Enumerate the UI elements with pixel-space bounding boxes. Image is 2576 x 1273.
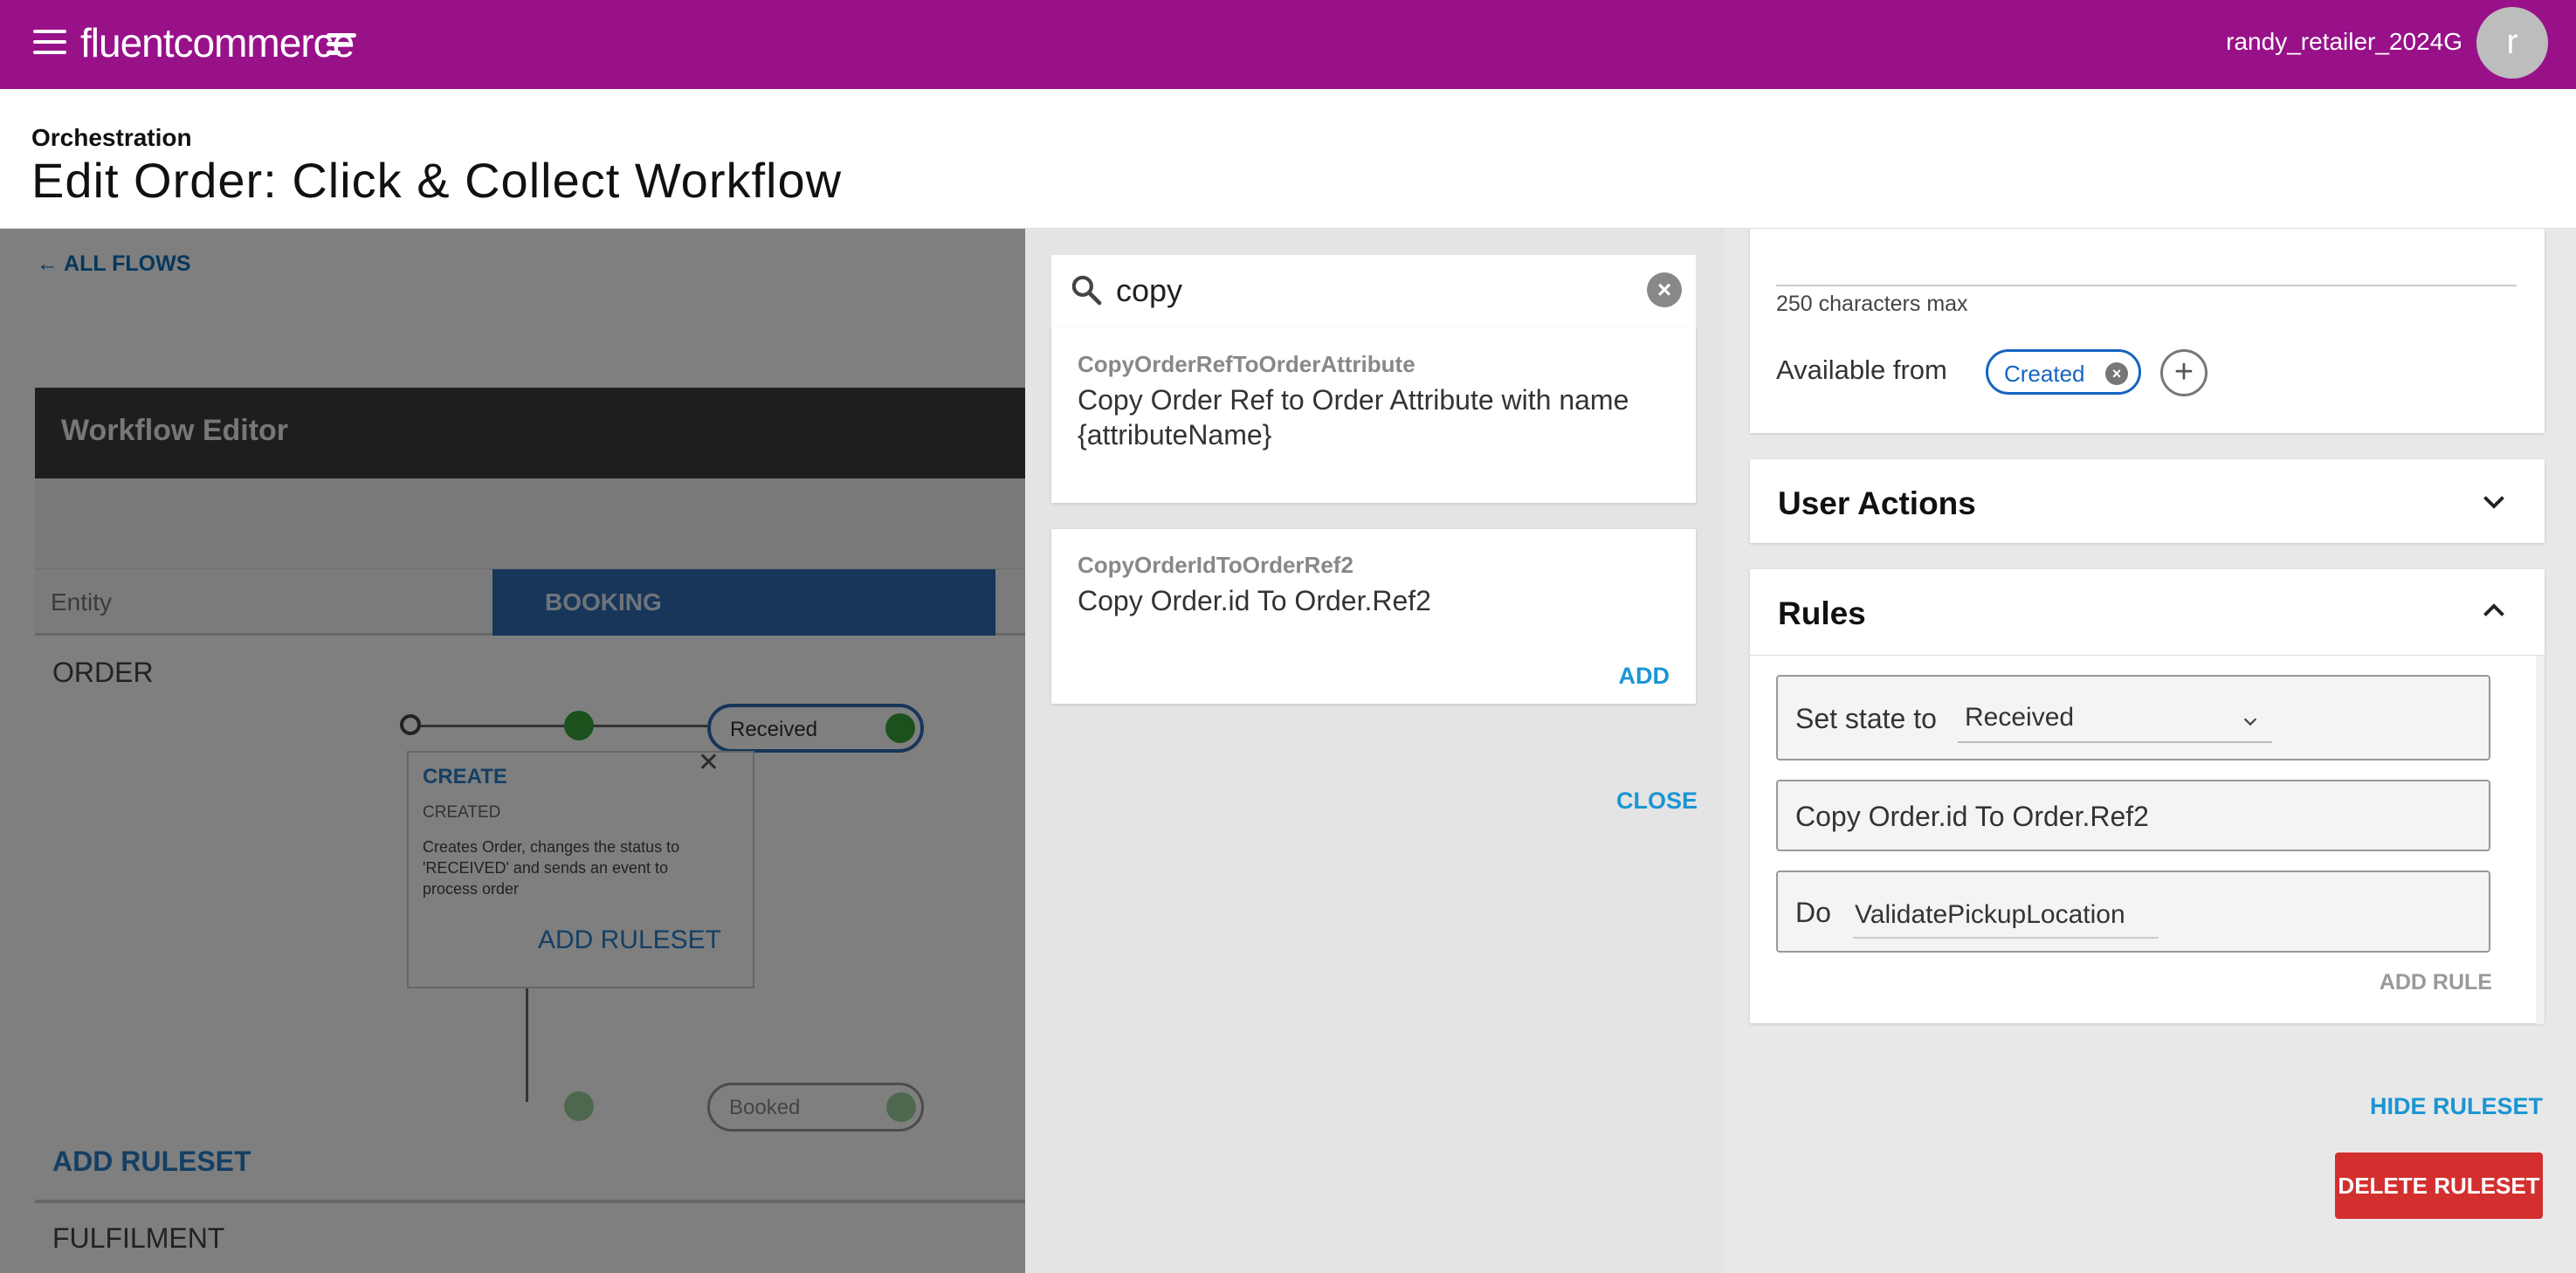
user-actions-section[interactable]: User Actions bbox=[1750, 459, 2545, 543]
state-select-value: Received bbox=[1965, 703, 2075, 732]
chip-label: Created bbox=[2004, 361, 2085, 387]
top-app-bar: fluentcommerce randy_retailer_2024G r bbox=[0, 0, 2576, 89]
rule-label: Set state to bbox=[1795, 703, 1937, 734]
description-field-underline bbox=[1776, 285, 2517, 286]
ruleset-detail-panel: 250 characters max Available from Create… bbox=[1724, 229, 2576, 1273]
hide-ruleset-button[interactable]: HIDE RULESET bbox=[2370, 1093, 2543, 1120]
add-rule-button[interactable]: ADD bbox=[1619, 663, 1670, 690]
add-state-icon[interactable]: + bbox=[2160, 349, 2208, 396]
available-from-label: Available from bbox=[1776, 354, 1947, 385]
rules-section: Rules Set state to Received Copy Order.i… bbox=[1750, 569, 2545, 1024]
rules-title: Rules bbox=[1778, 595, 1866, 631]
rule-set-state[interactable]: Set state to Received bbox=[1776, 675, 2490, 760]
avatar[interactable]: r bbox=[2476, 7, 2548, 79]
logo-mark-icon bbox=[327, 33, 356, 59]
chevron-down-icon[interactable] bbox=[2478, 485, 2510, 517]
state-chip-created[interactable]: Created × bbox=[1986, 349, 2141, 395]
ruleset-info-card: 250 characters max Available from Create… bbox=[1750, 229, 2545, 433]
rule-search-panel: × CopyOrderRefToOrderAttribute Copy Orde… bbox=[1025, 229, 1724, 1273]
search-result-item[interactable]: CopyOrderRefToOrderAttribute Copy Order … bbox=[1051, 328, 1696, 503]
delete-ruleset-button[interactable]: DELETE RULESET bbox=[2335, 1153, 2543, 1219]
chevron-up-icon[interactable] bbox=[2478, 595, 2510, 627]
result-rule-name: Copy Order Ref to Order Attribute with n… bbox=[1078, 384, 1629, 451]
page-header: Orchestration Edit Order: Click & Collec… bbox=[0, 89, 2576, 229]
add-rule-button[interactable]: ADD RULE bbox=[2380, 970, 2492, 995]
search-result-item[interactable]: CopyOrderIdToOrderRef2 Copy Order.id To … bbox=[1051, 529, 1696, 704]
page-title: Edit Order: Click & Collect Workflow bbox=[31, 153, 843, 208]
result-rule-id: CopyOrderRefToOrderAttribute bbox=[1078, 351, 1415, 377]
clear-search-icon[interactable]: × bbox=[1647, 272, 1682, 307]
modal-overlay[interactable] bbox=[0, 229, 1026, 1273]
chevron-down-icon bbox=[2243, 718, 2257, 726]
search-input[interactable] bbox=[1116, 269, 1605, 313]
do-action-input[interactable]: ValidatePickupLocation bbox=[1853, 893, 2159, 939]
do-action-value: ValidatePickupLocation bbox=[1855, 900, 2125, 929]
rule-label: Do bbox=[1795, 897, 1831, 928]
rule-copy-order-id[interactable]: Copy Order.id To Order.Ref2 bbox=[1776, 780, 2490, 851]
scrollbar[interactable] bbox=[2536, 656, 2545, 1024]
rule-do-action[interactable]: Do ValidatePickupLocation bbox=[1776, 870, 2490, 953]
menu-icon[interactable] bbox=[33, 30, 66, 56]
user-actions-title: User Actions bbox=[1778, 485, 1976, 521]
remove-chip-icon[interactable]: × bbox=[2105, 362, 2128, 385]
close-button[interactable]: CLOSE bbox=[1616, 788, 1698, 815]
app-logo: fluentcommerce bbox=[80, 20, 355, 65]
result-rule-name: Copy Order.id To Order.Ref2 bbox=[1078, 585, 1431, 616]
search-box: × bbox=[1051, 255, 1696, 328]
char-limit-hint: 250 characters max bbox=[1776, 292, 1968, 316]
rule-label: Copy Order.id To Order.Ref2 bbox=[1795, 801, 2149, 832]
result-rule-id: CopyOrderIdToOrderRef2 bbox=[1078, 552, 1353, 578]
breadcrumb: Orchestration bbox=[31, 124, 192, 151]
username-label: randy_retailer_2024G bbox=[2226, 28, 2462, 55]
rules-list: Set state to Received Copy Order.id To O… bbox=[1750, 655, 2545, 1024]
search-icon bbox=[1071, 275, 1102, 306]
state-select[interactable]: Received bbox=[1958, 698, 2272, 743]
